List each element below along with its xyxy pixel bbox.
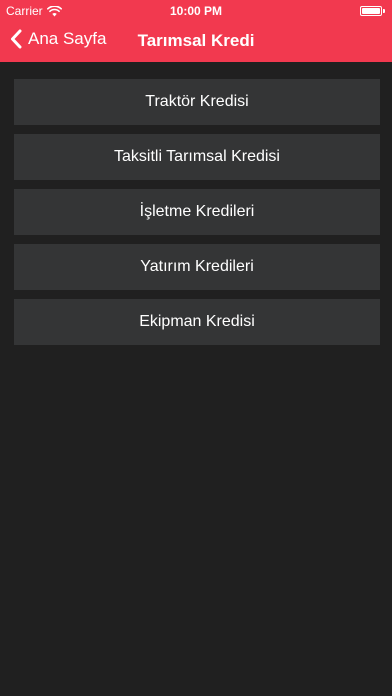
- status-bar: Carrier 10:00 PM: [0, 0, 392, 20]
- header: Carrier 10:00 PM Ana Sayfa Tarımsal Kred…: [0, 0, 392, 62]
- credit-menu: Traktör Kredisi Taksitli Tarımsal Kredis…: [14, 79, 380, 354]
- menu-item-ekipman-kredisi[interactable]: Ekipman Kredisi: [14, 299, 380, 345]
- menu-item-isletme-kredileri[interactable]: İşletme Kredileri: [14, 189, 380, 235]
- menu-item-label: Taksitli Tarımsal Kredisi: [114, 148, 280, 165]
- menu-item-taksitli-tarimsal-kredisi[interactable]: Taksitli Tarımsal Kredisi: [14, 134, 380, 180]
- menu-item-label: İşletme Kredileri: [139, 203, 255, 220]
- menu-item-label: Yatırım Kredileri: [140, 258, 254, 275]
- navigation-bar: Ana Sayfa Tarımsal Kredi: [0, 20, 392, 62]
- menu-item-traktor-kredisi[interactable]: Traktör Kredisi: [14, 79, 380, 125]
- status-time: 10:00 PM: [169, 4, 223, 18]
- battery-body: [360, 5, 382, 16]
- battery-fill: [362, 7, 380, 14]
- menu-item-label: Traktör Kredisi: [145, 93, 249, 110]
- page-title: Tarımsal Kredi: [137, 31, 255, 50]
- battery-tip: [383, 8, 385, 13]
- menu-item-yatirim-kredileri[interactable]: Yatırım Kredileri: [14, 244, 380, 290]
- menu-item-label: Ekipman Kredisi: [139, 313, 255, 330]
- battery-icon: [360, 5, 386, 16]
